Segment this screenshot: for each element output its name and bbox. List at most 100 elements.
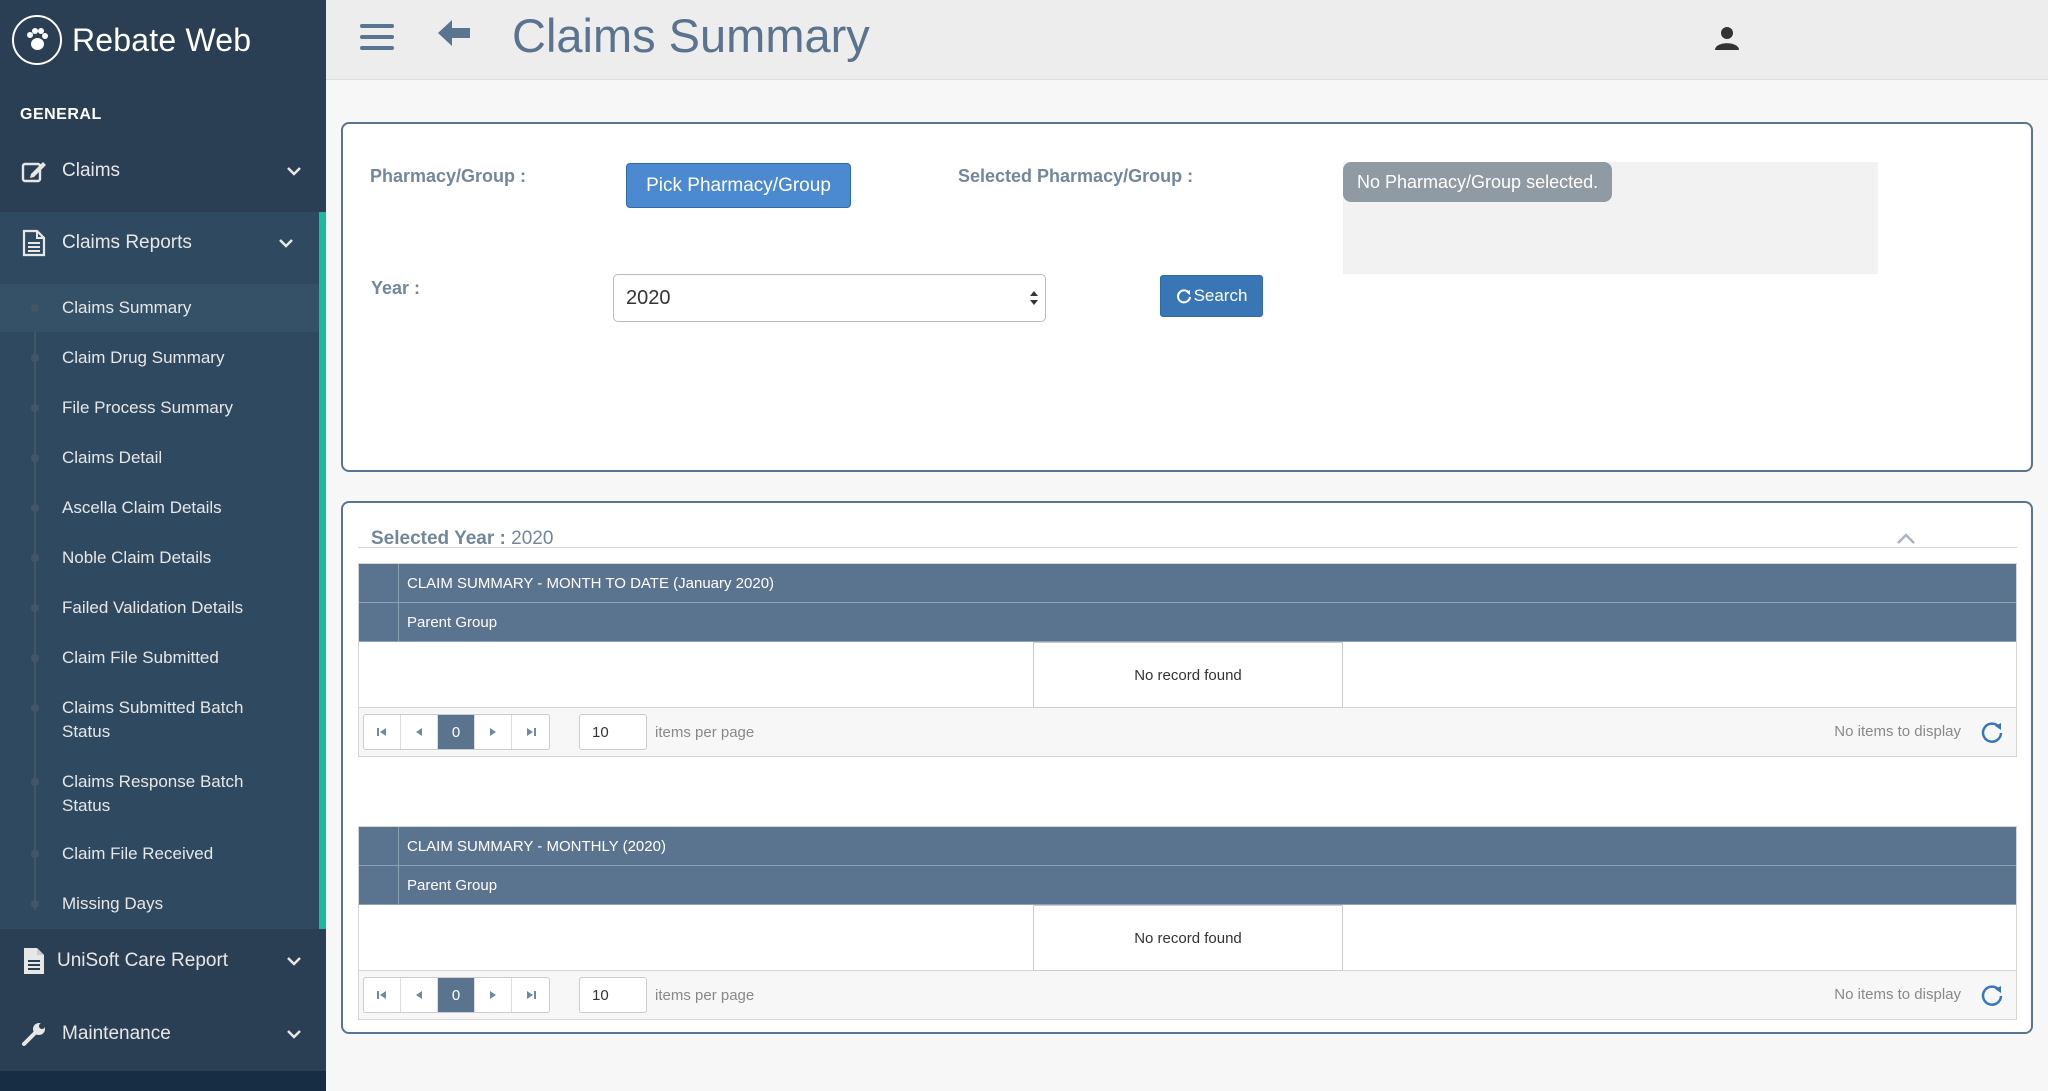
file-icon	[20, 947, 48, 975]
page-size-select[interactable]: 10	[579, 977, 647, 1013]
grid-title-row: CLAIM SUMMARY - MONTHLY (2020)	[359, 827, 2016, 866]
pager: 0 10 items per page No items to display	[359, 971, 2016, 1019]
grid-column-header[interactable]: Parent Group	[359, 866, 2016, 905]
submenu-item[interactable]: Claims Response Batch Status	[0, 758, 319, 830]
chevron-down-icon	[287, 167, 301, 176]
divider	[358, 547, 2017, 548]
submenu-label: Missing Days	[62, 894, 164, 913]
submenu-item-claims-summary[interactable]: Claims Summary	[0, 284, 319, 332]
pager-buttons: 0	[363, 714, 550, 750]
submenu-item[interactable]: Claim Drug Summary	[0, 334, 319, 382]
paw-icon	[12, 15, 62, 65]
no-items-label: No items to display	[1834, 723, 1961, 740]
page-size-select[interactable]: 10	[579, 714, 647, 750]
submenu-label: Claim File Submitted	[62, 648, 219, 667]
sidebar: Rebate Web GENERAL Claims Claims Reports…	[0, 0, 326, 1091]
grid-body: No record found	[359, 642, 2016, 708]
back-arrow-icon[interactable]	[436, 16, 472, 52]
sidebar-item-claims-reports[interactable]: Claims Reports	[0, 222, 326, 264]
wrench-icon	[20, 1020, 48, 1048]
submenu-item[interactable]: Claim File Submitted	[0, 634, 319, 682]
submenu-label: Claims Summary	[62, 298, 192, 317]
grid-title-row: CLAIM SUMMARY - MONTH TO DATE (January 2…	[359, 564, 2016, 603]
search-button[interactable]: Search	[1160, 275, 1263, 317]
refresh-icon	[1176, 289, 1191, 304]
column-parent-group: Parent Group	[407, 614, 498, 631]
pager-buttons: 0	[363, 977, 550, 1013]
prev-page-icon[interactable]	[401, 715, 438, 749]
chevron-up-icon[interactable]	[1896, 532, 1916, 546]
refresh-icon[interactable]	[1980, 983, 2004, 1007]
next-page-icon[interactable]	[475, 978, 512, 1012]
pick-pharmacy-button[interactable]: Pick Pharmacy/Group	[626, 163, 851, 208]
next-page-icon[interactable]	[475, 715, 512, 749]
grid-month-to-date: CLAIM SUMMARY - MONTH TO DATE (January 2…	[358, 563, 2017, 757]
current-page[interactable]: 0	[438, 715, 475, 749]
year-select[interactable]: 2020	[613, 274, 1046, 322]
selected-year-label: Selected Year :	[371, 528, 506, 549]
brand-name: Rebate Web	[72, 21, 252, 58]
submenu-item[interactable]: Missing Days	[0, 880, 319, 928]
sidebar-item-label: Maintenance	[62, 1023, 171, 1044]
first-page-icon[interactable]	[364, 715, 401, 749]
pharmacy-label: Pharmacy/Group :	[370, 166, 527, 186]
submenu-item[interactable]: Claims Submitted Batch Status	[0, 684, 319, 756]
submenu-label: Claim Drug Summary	[62, 348, 225, 367]
chevron-down-icon	[287, 957, 301, 966]
refresh-icon[interactable]	[1980, 720, 2004, 744]
submenu-label: Claim File Received	[62, 844, 214, 863]
items-per-page-label: items per page	[655, 987, 755, 1004]
brand[interactable]: Rebate Web	[0, 0, 326, 80]
submenu-item[interactable]: File Process Summary	[0, 384, 319, 432]
no-record-message: No record found	[1033, 905, 1343, 971]
submenu-item[interactable]: Failed Validation Details	[0, 584, 319, 632]
search-button-label: Search	[1193, 286, 1248, 305]
sidebar-item-maintenance[interactable]: Maintenance	[0, 1013, 326, 1055]
selected-pharmacy-badge: No Pharmacy/Group selected.	[1343, 162, 1613, 202]
no-items-label: No items to display	[1834, 986, 1961, 1003]
submenu-label: Claims Submitted Batch Status	[62, 698, 244, 741]
grid-title: CLAIM SUMMARY - MONTH TO DATE (January 2…	[407, 575, 775, 592]
submenu-item[interactable]: Ascella Claim Details	[0, 484, 319, 532]
document-icon	[20, 229, 48, 257]
sidebar-item-label: Claims	[62, 160, 121, 181]
grid-body: No record found	[359, 905, 2016, 971]
selected-year-value: 2020	[511, 528, 554, 549]
selected-pharmacy-label: Selected Pharmacy/Group :	[958, 166, 1194, 186]
top-nav: Claims Summary	[326, 0, 2048, 80]
submenu-label: Failed Validation Details	[62, 598, 244, 617]
submenu-label: Noble Claim Details	[62, 548, 212, 567]
sidebar-item-label: Claims Reports	[62, 232, 192, 253]
submenu-item[interactable]: Noble Claim Details	[0, 534, 319, 582]
selected-pharmacy-box: No Pharmacy/Group selected.	[1343, 162, 1878, 274]
submenu-item[interactable]: Claim File Received	[0, 830, 319, 878]
user-icon[interactable]	[1714, 25, 1740, 51]
pager: 0 10 items per page No items to display	[359, 708, 2016, 756]
sidebar-item-claims[interactable]: Claims	[0, 150, 326, 192]
sidebar-footer	[0, 1071, 326, 1091]
submenu-item[interactable]: Claims Detail	[0, 434, 319, 482]
year-label: Year :	[371, 278, 421, 298]
no-record-message: No record found	[1033, 642, 1343, 708]
filter-panel: Pharmacy/Group : Pick Pharmacy/Group Sel…	[341, 122, 2033, 472]
current-page[interactable]: 0	[438, 978, 475, 1012]
last-page-icon[interactable]	[512, 715, 549, 749]
grid-title: CLAIM SUMMARY - MONTHLY (2020)	[407, 838, 666, 855]
sidebar-item-unisoft-care-report[interactable]: UniSoft Care Report	[0, 940, 326, 982]
submenu-label: File Process Summary	[62, 398, 233, 417]
chevron-down-icon	[279, 239, 293, 248]
select-arrows-icon	[1030, 291, 1038, 305]
section-title: GENERAL	[20, 106, 102, 123]
column-parent-group: Parent Group	[407, 877, 498, 894]
grid-monthly: CLAIM SUMMARY - MONTHLY (2020) Parent Gr…	[358, 826, 2017, 1020]
edit-icon	[20, 157, 48, 185]
menu-toggle-icon[interactable]	[360, 24, 394, 52]
year-select-value: 2020	[626, 286, 671, 309]
page-title: Claims Summary	[512, 9, 870, 62]
prev-page-icon[interactable]	[401, 978, 438, 1012]
last-page-icon[interactable]	[512, 978, 549, 1012]
grid-column-header[interactable]: Parent Group	[359, 603, 2016, 642]
chevron-down-icon	[287, 1030, 301, 1039]
first-page-icon[interactable]	[364, 978, 401, 1012]
submenu-label: Claims Response Batch Status	[62, 772, 244, 815]
